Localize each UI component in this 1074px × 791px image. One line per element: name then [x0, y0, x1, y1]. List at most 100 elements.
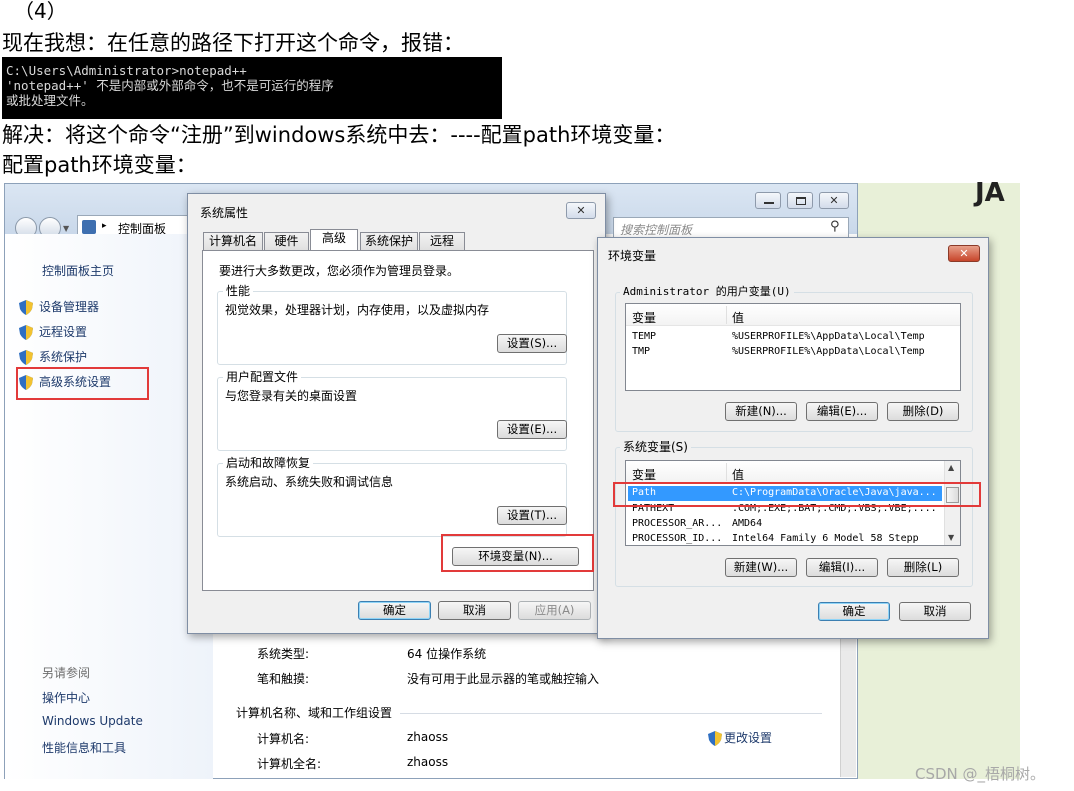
- tab-hardware[interactable]: 硬件: [264, 232, 309, 250]
- column-divider: [726, 463, 727, 481]
- tab-computer-name[interactable]: 计算机名: [203, 232, 263, 250]
- control-panel-icon: [82, 220, 96, 234]
- sidebar-item-system-protection[interactable]: 系统保护: [19, 348, 87, 365]
- instruction-line-3: 配置path环境变量：: [2, 153, 197, 177]
- sys-var-name-processor-arch[interactable]: PROCESSOR_AR...: [632, 518, 722, 529]
- full-name-value: zhaoss: [407, 755, 449, 769]
- ok-button[interactable]: 确定: [358, 601, 431, 620]
- user-profile-description: 与您登录有关的桌面设置: [225, 389, 358, 403]
- computer-name-value: zhaoss: [407, 730, 449, 744]
- dialog-title: 环境变量: [608, 249, 657, 263]
- performance-description: 视觉效果，处理器计划，内存使用，以及虚拟内存: [225, 303, 490, 317]
- sidebar-item-action-center[interactable]: 操作中心: [42, 689, 90, 706]
- column-header-variable[interactable]: 变量: [632, 466, 656, 483]
- history-dropdown-icon[interactable]: ▼: [63, 224, 69, 233]
- cancel-button[interactable]: 取消: [899, 602, 971, 621]
- section-divider: [400, 713, 822, 714]
- sidebar-item-label: 远程设置: [39, 325, 88, 339]
- sidebar-item-label: 设备管理器: [39, 300, 100, 314]
- system-delete-button[interactable]: 删除(L): [887, 558, 959, 577]
- user-var-value-tmp[interactable]: %USERPROFILE%\AppData\Local\Temp: [732, 346, 925, 357]
- startup-recovery-settings-button[interactable]: 设置(T)...: [497, 506, 567, 525]
- sidebar-home-link[interactable]: 控制面板主页: [42, 262, 114, 279]
- step-number: （4）: [14, 0, 67, 23]
- scroll-up-icon[interactable]: ▲: [948, 463, 954, 472]
- tab-remote[interactable]: 远程: [419, 232, 465, 250]
- startup-recovery-title: 启动和故障恢复: [223, 454, 314, 471]
- search-icon[interactable]: ⚲: [830, 219, 840, 234]
- user-variables-title: Administrator 的用户变量(U): [620, 283, 794, 299]
- sys-var-name-processor-id[interactable]: PROCESSOR_ID...: [632, 533, 722, 544]
- user-delete-button[interactable]: 删除(D): [887, 402, 959, 421]
- sys-var-value-processor-id[interactable]: Intel64 Family 6 Model 58 Stepp: [732, 533, 919, 544]
- see-also-heading: 另请参阅: [42, 666, 91, 680]
- apply-button[interactable]: 应用(A): [518, 601, 591, 620]
- sidebar-item-remote-settings[interactable]: 远程设置: [19, 323, 87, 340]
- performance-title: 性能: [223, 282, 254, 299]
- instruction-line-1: 现在我想：在任意的路径下打开这个命令，报错：: [2, 31, 464, 55]
- column-divider: [726, 306, 727, 324]
- vertical-scrollbar[interactable]: [840, 639, 856, 777]
- ok-button[interactable]: 确定: [818, 602, 890, 621]
- shield-icon: [19, 350, 33, 365]
- column-header-value[interactable]: 值: [732, 466, 744, 483]
- terminal-window: C:\Users\Administrator>notepad++ 'notepa…: [2, 57, 502, 119]
- user-var-name-temp[interactable]: TEMP: [632, 331, 656, 342]
- change-settings-label: 更改设置: [724, 731, 773, 745]
- corner-text: JA: [975, 178, 1005, 208]
- user-var-name-tmp[interactable]: TMP: [632, 346, 650, 357]
- scroll-down-icon[interactable]: ▼: [948, 533, 954, 542]
- dialog-close-button[interactable]: ✕: [948, 245, 980, 262]
- sidebar-item-performance-tools[interactable]: 性能信息和工具: [42, 739, 126, 756]
- sidebar-item-label: 系统保护: [39, 350, 88, 364]
- tab-advanced[interactable]: 高级: [310, 229, 358, 250]
- terminal-line-1: C:\Users\Administrator>notepad++: [6, 63, 247, 78]
- user-profile-settings-button[interactable]: 设置(E)...: [497, 420, 567, 439]
- search-box[interactable]: 搜索控制面板 ⚲: [613, 217, 849, 239]
- system-new-button[interactable]: 新建(W)...: [725, 558, 797, 577]
- column-header-value[interactable]: 值: [732, 309, 744, 326]
- environment-variables-dialog: 环境变量 ✕ Administrator 的用户变量(U) 变量 值 TEMP …: [597, 237, 989, 639]
- search-input[interactable]: 搜索控制面板: [620, 221, 692, 238]
- cancel-button[interactable]: 取消: [438, 601, 511, 620]
- startup-recovery-description: 系统启动、系统失败和调试信息: [225, 475, 394, 489]
- section-title: 计算机名称、域和工作组设置: [236, 706, 393, 720]
- user-variables-list[interactable]: 变量 值 TEMP %USERPROFILE%\AppData\Local\Te…: [625, 303, 961, 391]
- dialog-title: 系统属性: [200, 206, 249, 220]
- list-header: [626, 461, 944, 483]
- system-properties-dialog: 系统属性 ✕ 计算机名 硬件 高级 系统保护 远程 要进行大多数更改，您必须作为…: [187, 193, 606, 634]
- maximize-button[interactable]: [787, 192, 813, 209]
- performance-settings-button[interactable]: 设置(S)...: [497, 334, 567, 353]
- shield-icon: [19, 300, 33, 315]
- close-button[interactable]: ✕: [819, 192, 849, 209]
- sidebar-item-windows-update[interactable]: Windows Update: [42, 714, 143, 728]
- shield-icon: [708, 731, 722, 746]
- pen-touch-value: 没有可用于此显示器的笔或触控输入: [407, 672, 600, 686]
- tab-system-protection[interactable]: 系统保护: [360, 232, 418, 250]
- change-settings-link[interactable]: 更改设置: [708, 729, 772, 746]
- system-type-label: 系统类型:: [257, 647, 310, 661]
- system-variables-title: 系统变量(S): [620, 438, 691, 455]
- highlight-env-button: [441, 534, 594, 572]
- user-new-button[interactable]: 新建(N)...: [725, 402, 797, 421]
- user-var-value-temp[interactable]: %USERPROFILE%\AppData\Local\Temp: [732, 331, 925, 342]
- watermark: CSDN @_梧桐树。: [915, 765, 1046, 783]
- column-header-variable[interactable]: 变量: [632, 309, 656, 326]
- breadcrumb-separator-icon: ▸: [102, 221, 107, 231]
- minimize-button[interactable]: [755, 192, 781, 209]
- maximize-icon: [796, 197, 806, 205]
- system-type-value: 64 位操作系统: [407, 647, 487, 661]
- admin-note: 要进行大多数更改，您必须作为管理员登录。: [219, 264, 460, 278]
- minimize-icon: [764, 202, 774, 204]
- system-edit-button[interactable]: 编辑(I)...: [806, 558, 878, 577]
- sidebar: [5, 234, 213, 779]
- close-icon: ✕: [829, 194, 839, 207]
- highlight-path-row: [613, 482, 981, 507]
- sidebar-item-device-manager[interactable]: 设备管理器: [19, 298, 99, 315]
- dialog-close-button[interactable]: ✕: [566, 202, 596, 219]
- list-header: [626, 304, 960, 326]
- close-icon: ✕: [576, 204, 586, 217]
- user-edit-button[interactable]: 编辑(E)...: [806, 402, 878, 421]
- terminal-line-3: 或批处理文件。: [6, 93, 94, 108]
- sys-var-value-processor-arch[interactable]: AMD64: [732, 518, 762, 529]
